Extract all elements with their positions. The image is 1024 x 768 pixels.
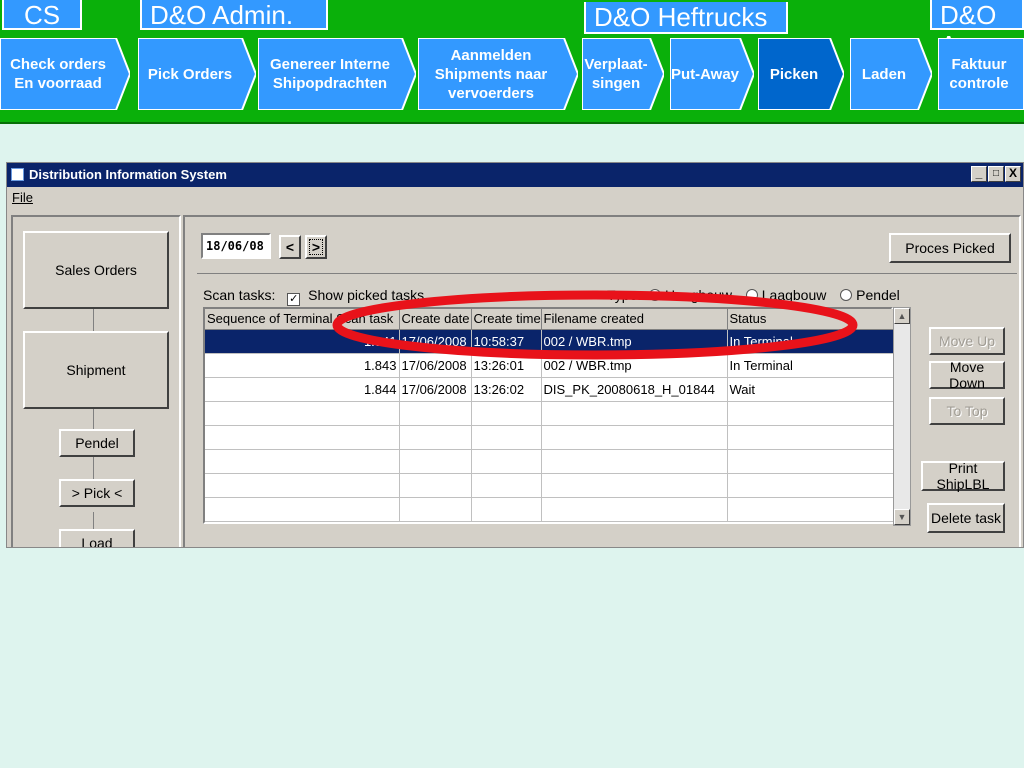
step-verplaat-singen[interactable]: Verplaat- singen — [582, 38, 664, 110]
section-cs: CS — [2, 0, 82, 30]
empty-cell — [471, 497, 542, 522]
date-field[interactable]: 18/06/08 — [201, 233, 271, 259]
left-nav-panel: Sales Orders Shipment Pendel > Pick < Lo… — [11, 215, 181, 547]
step-aanmelden-shipments-naar-vervoerders[interactable]: Aanmelden Shipments naar vervoerders — [418, 38, 578, 110]
step-label: Aanmelden Shipments naar vervoerders — [434, 46, 548, 102]
move-down-button[interactable]: Move Down — [929, 359, 1005, 391]
empty-cell — [727, 497, 898, 522]
empty-cell — [541, 449, 728, 474]
pendel-button[interactable]: Pendel — [59, 429, 135, 457]
empty-cell — [399, 473, 472, 498]
table-row-empty[interactable] — [205, 449, 898, 474]
empty-cell — [541, 425, 728, 450]
load-button[interactable]: Load — [59, 529, 135, 547]
step-picken[interactable]: Picken — [758, 38, 844, 110]
delete-task-button[interactable]: Delete task — [927, 503, 1005, 533]
empty-cell — [727, 449, 898, 474]
scroll-down-icon[interactable]: ▼ — [894, 509, 910, 525]
separator — [197, 273, 1017, 274]
step-label: Check orders En voorraad — [10, 56, 106, 92]
empty-cell — [471, 473, 542, 498]
empty-cell — [399, 497, 472, 522]
menu-bar: File — [7, 187, 1023, 209]
shipment-button[interactable]: Shipment — [23, 331, 169, 409]
empty-cell — [727, 401, 898, 426]
empty-cell — [205, 425, 400, 450]
cell-create-time: 13:26:02 — [471, 377, 542, 402]
table-row-empty[interactable] — [205, 401, 898, 426]
sales-orders-button[interactable]: Sales Orders — [23, 231, 169, 309]
step-label: Faktuur controle — [949, 56, 1009, 92]
window-title: Distribution Information System — [29, 167, 227, 182]
to-top-button[interactable]: To Top — [929, 397, 1005, 425]
step-label: Verplaat- singen — [584, 56, 648, 92]
section-do-a: D&O A — [930, 0, 1024, 60]
empty-cell — [399, 401, 472, 426]
step-check-orders-en-voorraad[interactable]: Check orders En voorraad — [0, 38, 130, 110]
empty-cell — [471, 401, 542, 426]
empty-cell — [205, 449, 400, 474]
table-row[interactable]: 1.844 17/06/2008 13:26:02 DIS_PK_20080618_H… — [205, 377, 898, 402]
show-picked-checkbox[interactable]: ✓ — [287, 293, 301, 306]
empty-cell — [399, 449, 472, 474]
minimize-button[interactable]: _ — [971, 166, 987, 182]
maximize-button[interactable]: □ — [988, 166, 1004, 182]
table-row-empty[interactable] — [205, 473, 898, 498]
section-do-heftrucks: D&O Heftrucks — [584, 2, 788, 34]
empty-cell — [541, 401, 728, 426]
table-scrollbar[interactable]: ▲ ▼ — [893, 307, 911, 526]
step-put-away[interactable]: Put-Away — [670, 38, 754, 110]
scan-tasks-label: Scan tasks: — [203, 287, 276, 303]
empty-cell — [399, 425, 472, 450]
pick-button[interactable]: > Pick < — [59, 479, 135, 507]
empty-cell — [727, 473, 898, 498]
table-row-empty[interactable] — [205, 497, 898, 522]
cell-status: Wait — [727, 377, 898, 402]
empty-cell — [541, 473, 728, 498]
prev-date-button[interactable]: < — [279, 235, 301, 259]
menu-file[interactable]: File — [12, 190, 33, 205]
empty-cell — [727, 425, 898, 450]
window-titlebar: Distribution Information System _ □ X — [7, 163, 1023, 187]
empty-cell — [205, 473, 400, 498]
empty-cell — [541, 497, 728, 522]
radio-pendel-label: Pendel — [856, 287, 900, 303]
step-label: Picken — [769, 65, 819, 83]
step-pick-orders[interactable]: Pick Orders — [138, 38, 256, 110]
empty-cell — [471, 449, 542, 474]
process-banner: CS D&O Admin. D&O Heftrucks D&O A Check … — [0, 0, 1024, 124]
move-up-button[interactable]: Move Up — [929, 327, 1005, 355]
step-label: Laden — [861, 65, 907, 83]
close-button[interactable]: X — [1005, 166, 1021, 182]
cell-create-date: 17/06/2008 — [399, 377, 472, 402]
step-laden[interactable]: Laden — [850, 38, 932, 110]
step-label: Genereer Interne Shipopdrachten — [269, 56, 391, 92]
step-genereer-interne-shipopdrachten[interactable]: Genereer Interne Shipopdrachten — [258, 38, 416, 110]
section-do-admin: D&O Admin. — [140, 0, 328, 30]
cell-filename: DIS_PK_20080618_H_01844 — [541, 377, 728, 402]
print-shiplbl-button[interactable]: Print ShipLBL — [921, 460, 1005, 492]
step-faktuur-controle[interactable]: Faktuur controle — [938, 38, 1024, 110]
cell-sequence: 1.844 — [205, 377, 400, 402]
window-app-icon — [11, 168, 24, 181]
next-date-button[interactable]: > — [305, 235, 327, 259]
proces-picked-button[interactable]: Proces Picked — [889, 233, 1011, 263]
empty-cell — [205, 401, 400, 426]
step-label: Put-Away — [670, 65, 740, 83]
empty-cell — [471, 425, 542, 450]
table-row-empty[interactable] — [205, 425, 898, 450]
highlight-ellipse — [332, 290, 858, 360]
scroll-up-icon[interactable]: ▲ — [894, 308, 910, 324]
step-label: Pick Orders — [147, 65, 233, 83]
empty-cell — [205, 497, 400, 522]
